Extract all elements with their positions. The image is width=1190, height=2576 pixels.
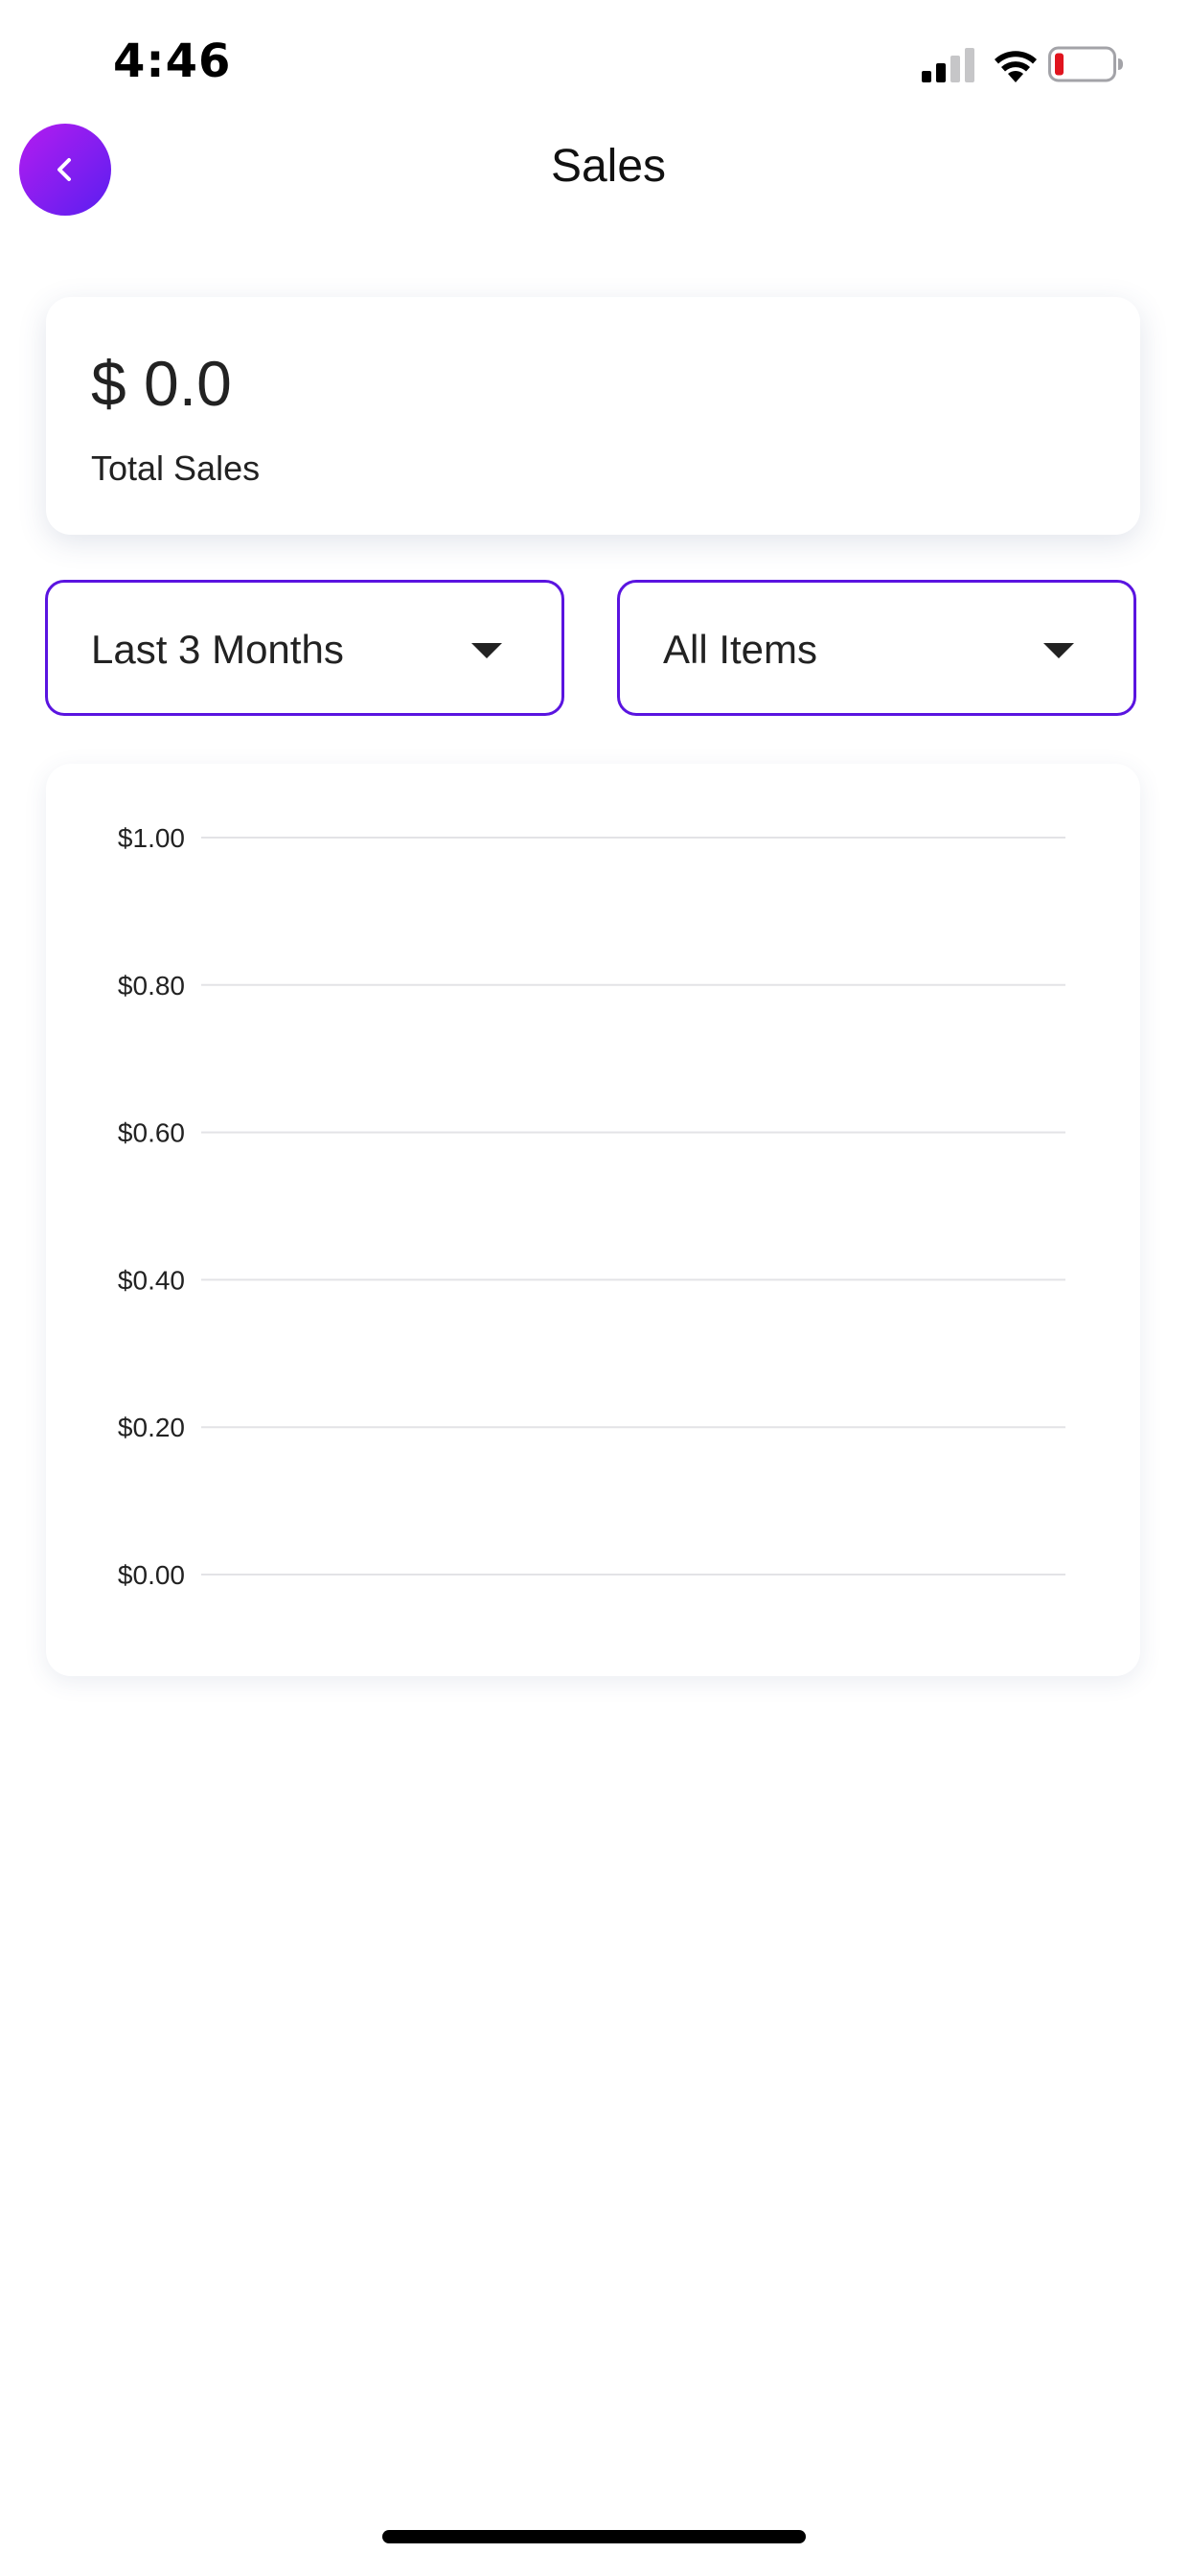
items-dropdown-value: All Items xyxy=(663,627,818,672)
status-time: 4:46 xyxy=(113,34,232,88)
y-tick-label: $1.00 xyxy=(118,823,185,853)
y-tick-label: $0.20 xyxy=(118,1413,185,1442)
home-indicator[interactable] xyxy=(382,2530,806,2543)
period-dropdown[interactable]: Last 3 Months xyxy=(45,580,564,716)
items-dropdown[interactable]: All Items xyxy=(617,580,1136,716)
y-tick-label: $0.40 xyxy=(118,1265,185,1295)
battery-low-icon xyxy=(1048,46,1123,82)
y-tick-label: $0.60 xyxy=(118,1118,185,1148)
y-tick-label: $0.00 xyxy=(118,1560,185,1590)
caret-down-icon xyxy=(471,643,502,658)
page-title: Sales xyxy=(550,141,667,192)
period-dropdown-value: Last 3 Months xyxy=(91,627,344,672)
caret-down-icon xyxy=(1043,643,1074,658)
total-sales-card: $ 0.0 Total Sales xyxy=(46,297,1140,535)
wifi-icon xyxy=(995,51,1037,82)
total-sales-label: Total Sales xyxy=(91,448,261,488)
total-sales-amount: $ 0.0 xyxy=(91,348,232,419)
y-tick-label: $0.80 xyxy=(118,971,185,1000)
sales-chart: $1.00 $0.80 $0.60 $0.40 $0.20 $0.00 xyxy=(118,823,1065,1590)
sales-chart-card: $1.00 $0.80 $0.60 $0.40 $0.20 $0.00 xyxy=(46,764,1140,1676)
cellular-signal-icon xyxy=(922,48,974,82)
status-bar: 4:46 xyxy=(0,0,1190,126)
